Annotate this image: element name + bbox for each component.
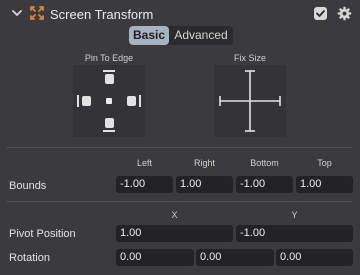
pin-right-edge[interactable]: [139, 95, 141, 107]
bounds-bottom-header: Bottom: [250, 158, 279, 168]
pin-bottom-edge[interactable]: [103, 130, 115, 132]
bounds-left-input[interactable]: -1.00: [116, 176, 173, 193]
pivot-x-input[interactable]: 1.00: [116, 225, 233, 242]
bounds-label: Bounds: [9, 180, 47, 192]
rotation-x-input[interactable]: 0.00: [116, 249, 194, 266]
enable-checkbox[interactable]: [314, 7, 327, 20]
fix-size-widget: [214, 65, 286, 137]
rotation-z-input[interactable]: 0.00: [276, 249, 353, 266]
mode-tabs: Basic Advanced: [129, 26, 233, 45]
gear-icon[interactable]: [337, 6, 352, 21]
rotation-y-input[interactable]: 0.00: [196, 249, 274, 266]
pin-center-dot: [106, 98, 112, 104]
screen-transform-icon: [29, 5, 45, 21]
component-title: Screen Transform: [50, 7, 154, 22]
pin-to-edge-label: Pin To Edge: [84, 53, 134, 63]
bounds-top-input[interactable]: 1.00: [296, 176, 353, 193]
component-header: Screen Transform: [0, 0, 360, 28]
pivot-y-header: Y: [291, 210, 298, 220]
bounds-right-input[interactable]: 1.00: [176, 176, 233, 193]
tab-basic[interactable]: Basic: [129, 26, 169, 45]
pin-to-edge-widget: [73, 65, 145, 137]
chevron-down-icon[interactable]: [10, 6, 24, 20]
divider: [6, 147, 352, 148]
pin-left-button[interactable]: [82, 96, 91, 106]
fix-size-cross[interactable]: [214, 65, 286, 137]
tab-advanced[interactable]: Advanced: [169, 26, 233, 45]
bounds-top-header: Top: [317, 158, 332, 168]
pin-right-button[interactable]: [127, 96, 136, 106]
pin-top-button[interactable]: [105, 74, 114, 84]
rotation-label: Rotation: [9, 252, 50, 264]
bounds-left-header: Left: [136, 158, 152, 168]
pivot-x-header: X: [171, 210, 178, 220]
fix-size-label: Fix Size: [233, 53, 266, 63]
bounds-bottom-input[interactable]: -1.00: [236, 176, 293, 193]
pin-left-edge[interactable]: [77, 95, 79, 107]
bounds-right-header: Right: [193, 158, 215, 168]
screen-transform-panel: Screen Transform Basic Advanced Pin To E…: [0, 0, 360, 275]
pivot-y-input[interactable]: -1.00: [236, 225, 353, 242]
pin-bottom-button[interactable]: [105, 118, 114, 128]
divider: [6, 201, 352, 202]
pivot-position-label: Pivot Position: [9, 228, 76, 240]
pin-top-edge[interactable]: [103, 70, 115, 72]
